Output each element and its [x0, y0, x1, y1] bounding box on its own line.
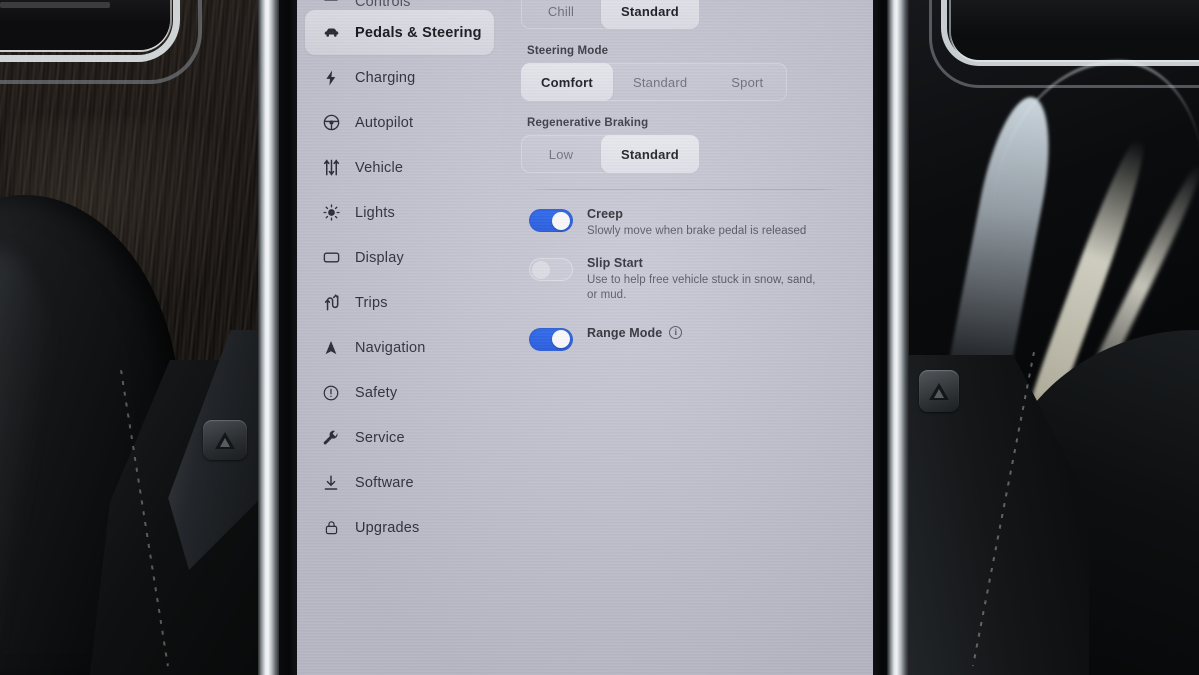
car-interior-left: [0, 0, 300, 675]
sidebar-item-navigation[interactable]: Navigation: [305, 325, 494, 370]
info-icon[interactable]: i: [669, 326, 683, 340]
sidebar-item-charging[interactable]: Charging: [305, 55, 494, 100]
regenerative-braking-segmented-control[interactable]: Low Standard: [521, 135, 699, 173]
slip-start-title: Slip Start: [587, 256, 827, 270]
sidebar-item-label: Trips: [355, 294, 388, 311]
regenerative-braking-option-low[interactable]: Low: [521, 135, 601, 173]
sidebar-item-label: Service: [355, 429, 405, 446]
sun-icon: [321, 203, 341, 223]
sidebar-item-label: Autopilot: [355, 114, 414, 131]
steering-mode-label: Steering Mode: [527, 45, 609, 57]
hazard-triangle-icon: [929, 382, 949, 400]
sidebar-item-service[interactable]: Service: [305, 415, 494, 460]
controls-icon: [321, 0, 341, 10]
pedals-and-steering-panel: Chill Standard Steering Mode Comfort Sta…: [502, 0, 873, 675]
creep-toggle[interactable]: [529, 209, 573, 232]
sidebar-item-label: Controls: [355, 0, 411, 10]
car-icon: [321, 23, 341, 43]
hazard-light-button-left[interactable]: [203, 420, 247, 460]
vent-chrome-trim-outer: [0, 0, 202, 84]
screen-bezel-chrome-left: [258, 0, 280, 675]
sidebar-item-controls[interactable]: Controls: [305, 0, 494, 10]
creep-title-label: Creep: [587, 207, 623, 221]
range-mode-toggle[interactable]: [529, 327, 573, 351]
tesla-touchscreen-photo: Controls Pedals & Steering Charging Auto…: [0, 0, 1199, 675]
hazard-triangle-icon: [215, 431, 235, 449]
sidebar-item-label: Software: [355, 474, 414, 491]
sidebar-item-label: Upgrades: [355, 519, 420, 536]
slip-start-text-block: Slip Start Use to help free vehicle stuc…: [587, 256, 827, 303]
bolt-icon: [321, 68, 341, 88]
sidebar-item-label: Safety: [355, 384, 398, 401]
acceleration-option-standard[interactable]: Standard: [601, 0, 699, 29]
sidebar-item-pedals-and-steering[interactable]: Pedals & Steering: [305, 10, 494, 55]
steering-mode-setting-group: Steering Mode Comfort Standard Sport: [521, 45, 847, 101]
acceleration-segmented-control[interactable]: Chill Standard: [521, 0, 699, 29]
range-mode-title-label: Range Mode: [587, 325, 663, 340]
acceleration-setting-group: Chill Standard: [521, 0, 847, 29]
toggle-knob: [532, 260, 550, 279]
steering-mode-option-standard[interactable]: Standard: [613, 63, 707, 101]
creep-text-block: Creep Slowly move when brake pedal is re…: [587, 207, 806, 239]
slip-start-description: Use to help free vehicle stuck in snow, …: [587, 274, 816, 302]
sidebar-item-label: Lights: [355, 204, 395, 221]
settings-sidebar: Controls Pedals & Steering Charging Auto…: [297, 0, 502, 675]
warning-circle-icon: [321, 383, 341, 403]
sidebar-item-display[interactable]: Display: [305, 235, 494, 280]
sliders-icon: [321, 158, 341, 178]
sidebar-item-vehicle[interactable]: Vehicle: [305, 145, 494, 190]
steering-mode-option-sport[interactable]: Sport: [707, 63, 787, 101]
toggle-knob: [552, 330, 570, 349]
tesla-center-display: Controls Pedals & Steering Charging Auto…: [297, 0, 873, 675]
slip-start-toggle[interactable]: [529, 258, 573, 282]
regenerative-braking-setting-group: Regenerative Braking Low Standard: [521, 117, 847, 173]
sidebar-item-label: Pedals & Steering: [355, 24, 482, 41]
steering-mode-segmented-control[interactable]: Comfort Standard Sport: [521, 63, 788, 101]
sidebar-item-safety[interactable]: Safety: [305, 370, 494, 415]
lock-icon: [321, 518, 341, 538]
acceleration-option-chill[interactable]: Chill: [521, 0, 601, 29]
sidebar-item-autopilot[interactable]: Autopilot: [305, 100, 494, 145]
toggle-knob: [552, 211, 570, 230]
sidebar-item-label: Display: [355, 249, 404, 266]
slip-start-toggle-row: Slip Start Use to help free vehicle stuc…: [521, 239, 847, 303]
hazard-light-button-right[interactable]: [919, 370, 959, 412]
range-mode-title: Range Mode i: [587, 325, 683, 340]
sidebar-item-lights[interactable]: Lights: [305, 190, 494, 235]
sidebar-item-label: Vehicle: [355, 159, 404, 176]
sidebar-item-label: Navigation: [355, 339, 426, 356]
sidebar-item-trips[interactable]: Trips: [305, 280, 494, 325]
sidebar-item-label: Charging: [355, 69, 416, 86]
range-mode-text-block: Range Mode i: [587, 325, 683, 340]
wrench-icon: [321, 428, 341, 448]
regenerative-braking-option-standard[interactable]: Standard: [601, 135, 699, 173]
display-icon: [321, 248, 341, 268]
navigation-arrow-icon: [321, 338, 341, 358]
regenerative-braking-label: Regenerative Braking: [527, 117, 649, 129]
car-interior-right: [873, 0, 1199, 675]
creep-toggle-row: Creep Slowly move when brake pedal is re…: [521, 190, 847, 239]
range-mode-toggle-row: Range Mode i: [521, 304, 847, 351]
screen-bezel-chrome-right: [887, 0, 909, 675]
sidebar-item-software[interactable]: Software: [305, 460, 494, 505]
download-icon: [321, 473, 341, 493]
creep-description: Slowly move when brake pedal is released: [587, 225, 807, 237]
creep-title: Creep: [587, 207, 806, 221]
winding-road-icon: [321, 293, 341, 313]
sidebar-item-upgrades[interactable]: Upgrades: [305, 505, 494, 550]
slip-start-title-label: Slip Start: [587, 256, 643, 271]
steering-mode-option-comfort[interactable]: Comfort: [521, 63, 613, 101]
screen-bezel-dark-left: [279, 0, 297, 675]
steering-wheel-icon: [321, 113, 341, 133]
